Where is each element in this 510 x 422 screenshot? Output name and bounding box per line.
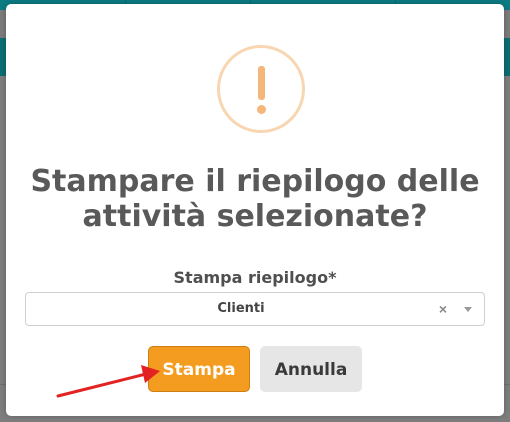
warning-icon xyxy=(217,45,305,133)
cancel-button[interactable]: Annulla xyxy=(260,346,362,392)
summary-select[interactable]: Clienti × xyxy=(25,292,485,326)
confirm-print-dialog: Stampare il riepilogo delle attività sel… xyxy=(6,4,504,416)
dialog-title-line-2: attività selezionate? xyxy=(82,199,428,234)
warning-icon-dot xyxy=(257,105,266,114)
print-button[interactable]: Stampa xyxy=(148,346,250,392)
summary-select-value: Clienti xyxy=(217,301,265,316)
chevron-down-icon[interactable] xyxy=(464,307,472,312)
warning-icon-bar xyxy=(258,66,265,100)
dialog-title: Stampare il riepilogo delle attività sel… xyxy=(26,164,484,234)
clear-selection-icon[interactable]: × xyxy=(436,301,450,317)
dialog-title-line-1: Stampare il riepilogo delle xyxy=(30,164,480,199)
summary-select-label: Stampa riepilogo* xyxy=(173,268,337,287)
